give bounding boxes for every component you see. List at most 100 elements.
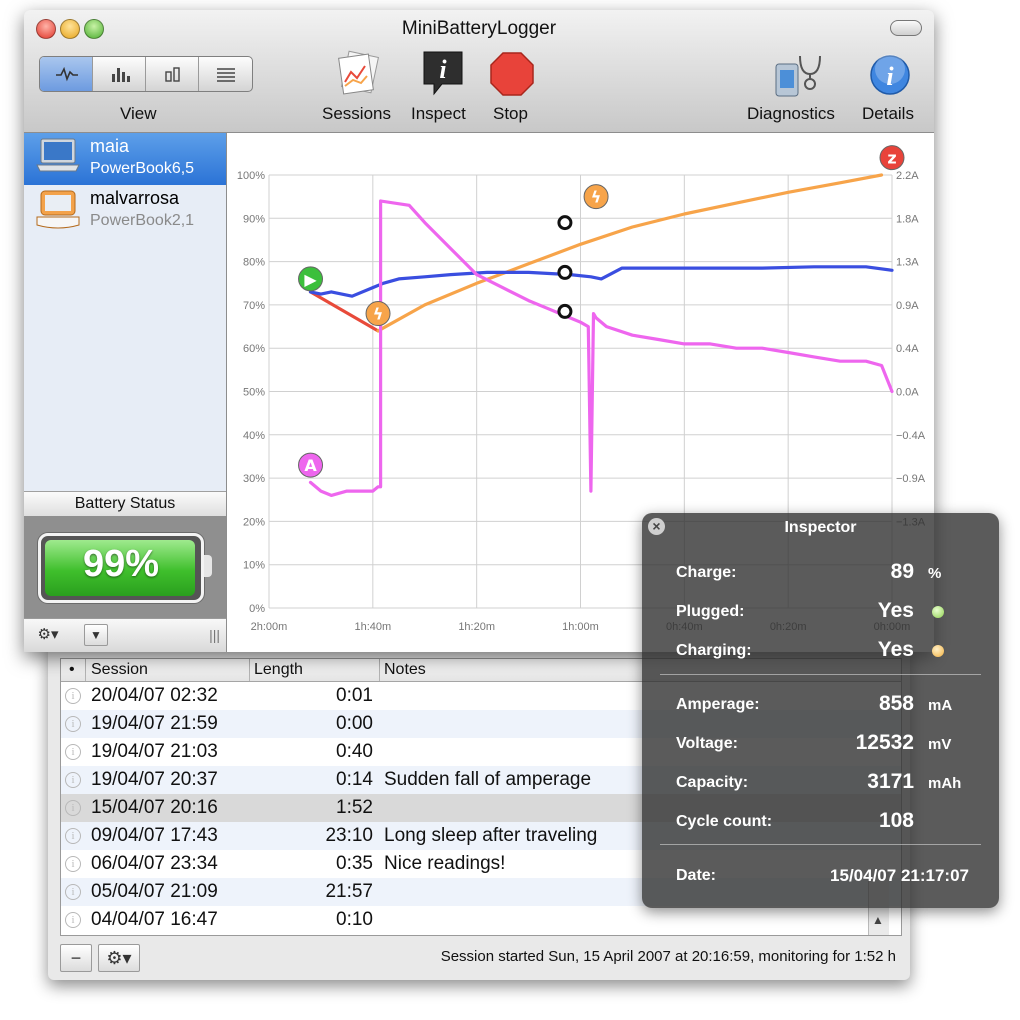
remove-session-button[interactable]: − [60, 944, 92, 972]
session-length: 23:10 [325, 825, 373, 846]
capacity-unit: mAh [928, 775, 962, 792]
gear-menu-button[interactable]: ⚙▾ [30, 623, 66, 647]
session-date: 19/04/07 21:03 [91, 741, 218, 762]
sessions-button[interactable] [335, 50, 381, 101]
column-header-bullet[interactable]: • [69, 661, 75, 679]
y-tick-label: 90% [243, 213, 265, 225]
y-right-tick-label: 1.3A [896, 257, 919, 269]
y-tick-label: 60% [243, 343, 265, 355]
y-right-tick-label: 2.2A [896, 170, 919, 182]
session-date: 20/04/07 02:32 [91, 685, 218, 706]
view-list-button[interactable] [199, 57, 251, 91]
session-length: 0:00 [336, 713, 373, 734]
info-icon[interactable]: i [65, 800, 81, 816]
session-length: 0:40 [336, 741, 373, 762]
event-marker-label: ϟ [591, 188, 602, 207]
info-icon[interactable]: i [65, 688, 81, 704]
svg-text:i: i [886, 62, 894, 91]
session-note[interactable]: Nice readings! [384, 853, 505, 875]
diagnostics-button[interactable] [772, 50, 822, 105]
date-value: 15/04/07 21:17:07 [830, 866, 969, 885]
session-note[interactable]: Long sleep after traveling [384, 825, 597, 847]
host-item-maia[interactable]: maia PowerBook6,5 [24, 133, 226, 185]
resize-grip-icon[interactable]: ||| [209, 627, 220, 643]
session-length: 0:10 [336, 909, 373, 930]
sessions-icon [338, 50, 380, 95]
y-right-tick-label: −0.4A [896, 430, 926, 442]
x-tick-label: 1h:00m [562, 621, 599, 633]
inspector-title: Inspector [784, 519, 857, 536]
y-tick-label: 80% [243, 257, 265, 269]
cycle-count-label: Cycle count: [676, 813, 773, 830]
info-icon[interactable]: i [65, 716, 81, 732]
session-length: 0:01 [336, 685, 373, 706]
amperage-value: 858 [878, 692, 914, 715]
y-right-tick-label: 0.9A [896, 300, 919, 312]
info-icon[interactable]: i [65, 884, 81, 900]
charge-label: Charge: [676, 564, 737, 581]
info-icon[interactable]: i [65, 772, 81, 788]
column-header-length[interactable]: Length [254, 661, 303, 679]
inspect-label: Inspect [411, 104, 466, 123]
toolbar-toggle-button[interactable] [890, 20, 922, 36]
info-icon[interactable]: i [65, 744, 81, 760]
divider [660, 844, 981, 845]
column-header-session[interactable]: Session [91, 661, 148, 679]
info-icon: i [870, 54, 910, 95]
view-segmented-control[interactable] [39, 56, 253, 92]
powerbook-icon [36, 138, 80, 172]
view-bar-chart-button[interactable] [93, 57, 146, 91]
event-marker-label: z [887, 149, 896, 168]
session-row[interactable]: i 04/04/07 16:47 0:10 [61, 906, 901, 934]
info-icon[interactable]: i [65, 856, 81, 872]
info-icon[interactable]: i [65, 912, 81, 928]
sessions-label: Sessions [322, 104, 391, 123]
host-item-malvarrosa[interactable]: malvarrosa PowerBook2,1 [24, 185, 226, 237]
host-options-button[interactable]: ▼ [84, 624, 108, 646]
sidebar-bottom-bar: ⚙▾ ▼ ||| [24, 618, 226, 652]
voltage-unit: mV [928, 736, 952, 753]
diagnostics-label: Diagnostics [747, 104, 835, 123]
session-date: 19/04/07 21:59 [91, 713, 218, 734]
session-date: 04/04/07 16:47 [91, 909, 218, 930]
details-label: Details [862, 104, 914, 123]
stop-button[interactable] [490, 52, 534, 101]
charge-value: 89 [890, 560, 914, 583]
battery-status-header: Battery Status [24, 491, 226, 517]
scroll-up-arrow-icon[interactable]: ▲ [872, 913, 884, 927]
y-right-tick-label: 1.8A [896, 213, 919, 225]
view-outline-bars-button[interactable] [146, 57, 199, 91]
y-tick-label: 30% [243, 473, 265, 485]
view-label: View [120, 104, 157, 123]
host-model: PowerBook6,5 [90, 160, 195, 177]
info-icon[interactable]: i [65, 828, 81, 844]
inspector-panel: × Inspector Charge: 89 % Plugged: Yes Ch… [642, 513, 999, 908]
line-chart-icon [56, 66, 78, 82]
voltage-label: Voltage: [676, 735, 738, 752]
capacity-label: Capacity: [676, 774, 749, 791]
stethoscope-icon [775, 55, 821, 97]
inspect-button[interactable]: i [420, 48, 466, 103]
session-note[interactable]: Sudden fall of amperage [384, 769, 591, 791]
column-header-notes[interactable]: Notes [384, 661, 426, 679]
session-gear-button[interactable]: ⚙▾ [98, 944, 140, 972]
cycle-count-value: 108 [878, 809, 914, 832]
session-date: 19/04/07 20:37 [91, 769, 218, 790]
dropdown-arrow-icon: ▼ [90, 628, 102, 642]
y-right-tick-label: 0.0A [896, 387, 919, 399]
inspect-icon: i [423, 51, 463, 96]
view-line-chart-button[interactable] [40, 57, 93, 91]
date-label: Date: [676, 867, 717, 884]
voltage-value: 12532 [855, 731, 914, 754]
session-date: 05/04/07 21:09 [91, 881, 218, 902]
session-status-text: Session started Sun, 15 April 2007 at 20… [440, 948, 896, 965]
amperage-unit: mA [928, 697, 953, 714]
cursor-marker-voltage [557, 303, 573, 319]
details-button[interactable]: i [869, 54, 911, 101]
session-date: 06/04/07 23:34 [91, 853, 218, 874]
plugged-label: Plugged: [676, 603, 745, 620]
x-tick-label: 2h:00m [251, 621, 288, 633]
plugged-indicator-icon [932, 606, 944, 618]
stop-label: Stop [493, 104, 528, 123]
y-right-tick-label: 0.4A [896, 343, 919, 355]
